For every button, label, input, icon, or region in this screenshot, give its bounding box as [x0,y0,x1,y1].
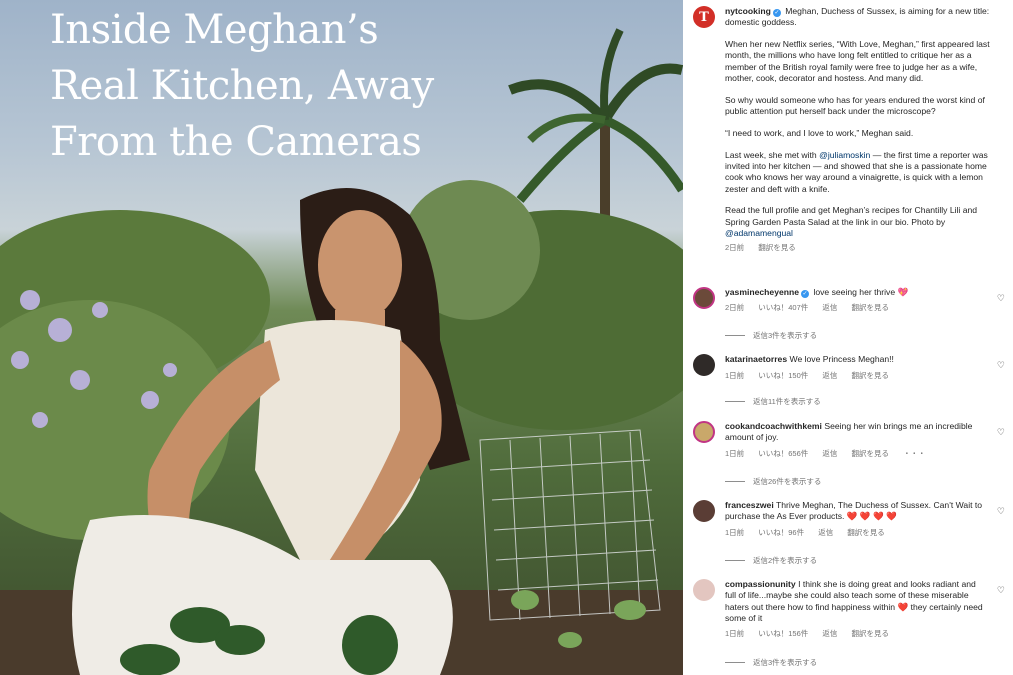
view-replies-label: 返信3件を表示する [753,331,818,340]
view-replies-label: 返信2件を表示する [753,556,818,565]
comment-avatar[interactable] [693,500,715,522]
comment-username[interactable]: yasminecheyenne [725,287,799,297]
comment-reply[interactable]: 返信 [822,371,837,380]
comment-body: franceszwei Thrive Meghan, The Duchess o… [725,500,987,538]
comment-time[interactable]: 2日前 [725,303,744,312]
heart-outline-icon[interactable]: ♡ [997,293,1005,304]
comment-meta: 1日前 いいね！156件 返信 翻訳を見る [725,628,987,639]
comment-avatar[interactable] [693,287,715,309]
comment-body: compassionunity I think she is doing gre… [725,579,987,639]
comment-likes[interactable]: いいね！407件 [758,303,808,312]
heart-outline-icon[interactable]: ♡ [997,360,1005,371]
comment-time[interactable]: 1日前 [725,629,744,638]
caption-username[interactable]: nytcooking [725,6,771,16]
comment-meta: 1日前 いいね！150件 返信 翻訳を見る [725,370,987,381]
comment-likes[interactable]: いいね！150件 [758,371,808,380]
comment-translate[interactable]: 翻訳を見る [851,449,889,458]
caption-meta: 2日前 翻訳を見る [725,242,1001,253]
view-replies[interactable]: 返信3件を表示する [725,330,817,341]
heart-outline-icon[interactable]: ♡ [997,427,1005,438]
caption-para-6: Read the full profile and get Meghan’s r… [725,205,978,227]
more-options-icon[interactable]: ・・・ [903,449,926,458]
headline: Inside Meghan’s Real Kitchen, Away From … [50,2,480,170]
caption-time[interactable]: 2日前 [725,243,744,252]
comment-body: yasminecheyenne ✓ love seeing her thrive … [725,287,987,314]
comment-body: katarinaetorres We love Princess Meghan!… [725,354,987,382]
replies-divider [725,560,745,561]
view-replies[interactable]: 返信2件を表示する [725,555,817,566]
red-heart-emoji: ❤️ [897,601,909,612]
heart-outline-icon[interactable]: ♡ [997,585,1005,596]
view-replies-label: 返信26件を表示する [753,477,822,486]
comment-username[interactable]: compassionunity [725,579,796,589]
view-replies[interactable]: 返信11件を表示する [725,396,821,407]
sparkling-heart-emoji: 💖 [897,287,909,297]
comment-username[interactable]: katarinaetorres [725,354,787,364]
headline-line-1: Inside Meghan’s [50,7,379,53]
verified-badge-icon: ✓ [801,290,810,298]
heart-outline-icon[interactable]: ♡ [997,506,1005,517]
replies-divider [725,481,745,482]
replies-divider [725,401,745,402]
comment-likes[interactable]: いいね！656件 [758,449,808,458]
comment-meta: 2日前 いいね！407件 返信 翻訳を見る [725,302,987,313]
comment-meta: 1日前 いいね！96件 返信 翻訳を見る [725,527,987,538]
caption-see-translation[interactable]: 翻訳を見る [758,243,796,252]
comment-username[interactable]: franceszwei [725,500,774,510]
headline-line-2: Real Kitchen, Away [50,63,434,109]
caption-para-5-prefix: Last week, she met with [725,149,817,160]
comment-translate[interactable]: 翻訳を見る [851,629,889,638]
verified-badge-icon: ✓ [772,9,781,17]
comment-avatar[interactable] [693,421,715,443]
comment-time[interactable]: 1日前 [725,528,744,537]
comment-likes[interactable]: いいね！96件 [758,528,804,537]
comment-text: love seeing her thrive [813,287,896,297]
caption-para-3: So why would someone who has for years e… [725,94,985,117]
replies-divider [725,662,745,663]
comment-meta: 1日前 いいね！656件 返信 翻訳を見る ・・・ [725,448,987,459]
comment-avatar[interactable] [693,579,715,601]
comment-translate[interactable]: 翻訳を見る [847,528,885,537]
comment-text: We love Princess Meghan!! [789,354,894,364]
comment-translate[interactable]: 翻訳を見る [851,371,889,380]
view-replies[interactable]: 返信26件を表示する [725,476,821,487]
comment-username[interactable]: cookandcoachwithkemi [725,421,822,431]
comment-translate[interactable]: 翻訳を見る [851,303,889,312]
comment-reply[interactable]: 返信 [822,629,837,638]
caption-para-2: When her new Netflix series, “With Love,… [725,39,990,83]
caption-text: nytcooking ✓ Meghan, Duchess of Sussex, i… [725,6,1001,254]
caption-para-4: “I need to work, and I love to work,” Me… [725,127,914,138]
mention-juliamoskin[interactable]: @juliamoskin [819,150,870,160]
view-replies-label: 返信11件を表示する [753,397,821,406]
comment-likes[interactable]: いいね！156件 [758,629,808,638]
headline-line-3: From the Cameras [50,119,422,165]
nytcooking-avatar[interactable]: T [693,6,715,28]
mention-adamamengual[interactable]: @adamamengual [725,228,793,238]
view-replies[interactable]: 返信3件を表示する [725,657,817,668]
comment-time[interactable]: 1日前 [725,371,744,380]
comment-reply[interactable]: 返信 [818,528,833,537]
comment-reply[interactable]: 返信 [822,303,837,312]
red-heart-emoji: ❤️ ❤️ ❤️ ❤️ [846,511,897,522]
comment-reply[interactable]: 返信 [822,449,837,458]
post-image: Inside Meghan’s Real Kitchen, Away From … [0,0,683,675]
comment-time[interactable]: 1日前 [725,449,744,458]
replies-divider [725,335,745,336]
post-side-panel: T nytcooking ✓ Meghan, Duchess of Sussex,… [683,0,1013,675]
view-replies-label: 返信3件を表示する [753,658,818,667]
comment-body: cookandcoachwithkemi Seeing her win brin… [725,421,987,459]
comment-avatar[interactable] [693,354,715,376]
